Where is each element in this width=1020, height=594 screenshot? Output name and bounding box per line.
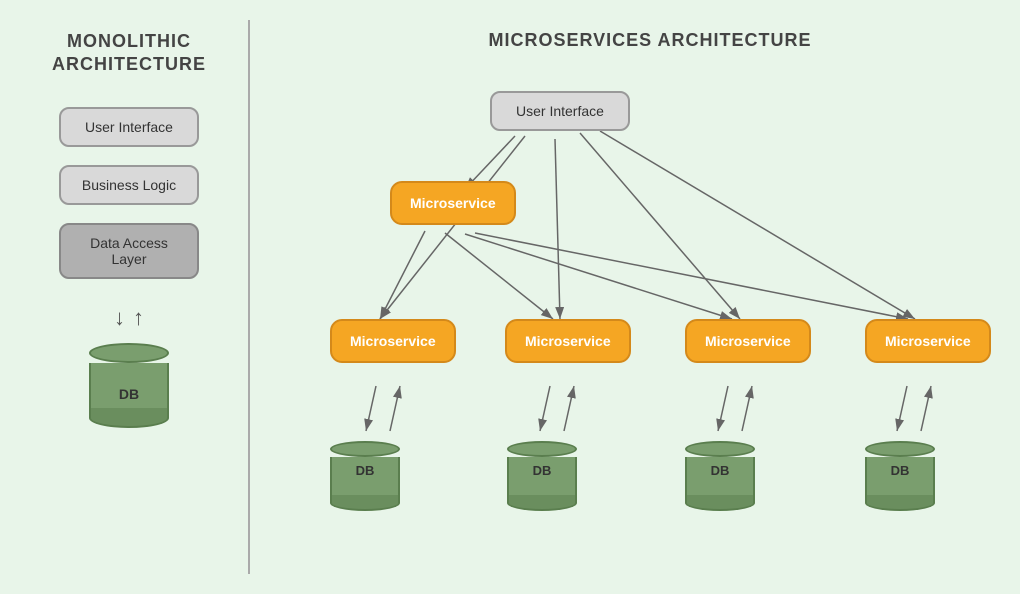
user-interface-node: User Interface: [490, 91, 630, 131]
mono-db-arrows: ↓ ↑: [114, 305, 144, 331]
monolithic-title: MONOLITHIC ARCHITECTURE: [52, 30, 206, 77]
db-label: DB: [119, 386, 139, 402]
bottom-microservice-2: Microservice: [505, 319, 631, 363]
db-2: DB: [507, 441, 577, 478]
cyl-bottom: [89, 408, 169, 428]
db-4: DB: [865, 441, 935, 478]
main-container: MONOLITHIC ARCHITECTURE User Interface B…: [0, 0, 1020, 594]
business-logic-box: Business Logic: [59, 165, 199, 205]
bottom-microservice-1: Microservice: [330, 319, 456, 363]
ui-layer-box: User Interface: [59, 107, 199, 147]
db-3: DB: [685, 441, 755, 478]
right-panel: MICROSERVICES ARCHITECTURE: [250, 20, 1020, 574]
data-access-layer-box: Data Access Layer: [59, 223, 199, 279]
cyl-top: [89, 343, 169, 363]
bottom-microservice-4: Microservice: [865, 319, 991, 363]
mono-db: DB: [89, 343, 169, 444]
db-1: DB: [330, 441, 400, 478]
top-microservice-node: Microservice: [390, 181, 516, 225]
bottom-microservice-3: Microservice: [685, 319, 811, 363]
diagram-area: User Interface Microservice Microservice…: [270, 71, 1020, 561]
left-panel: MONOLITHIC ARCHITECTURE User Interface B…: [20, 20, 250, 574]
microservices-title: MICROSERVICES ARCHITECTURE: [488, 30, 811, 51]
